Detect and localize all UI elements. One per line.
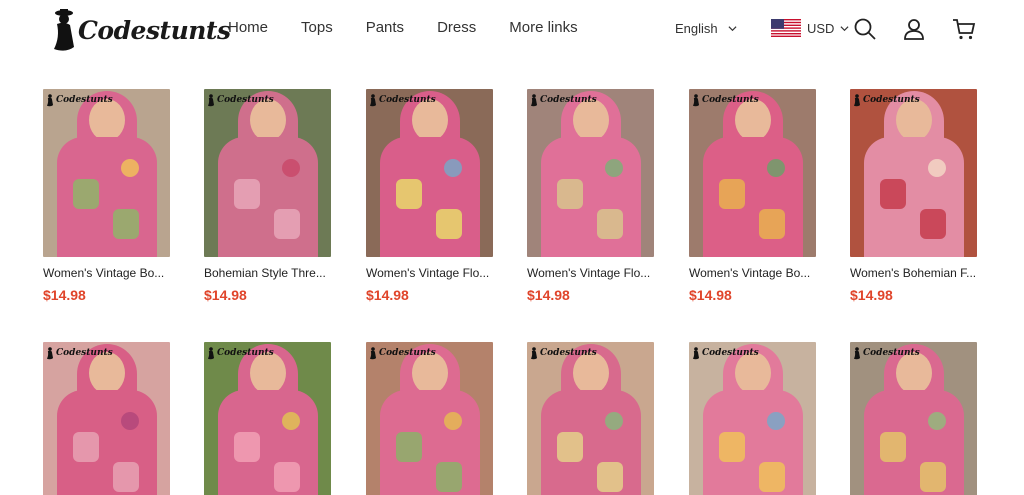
product-card[interactable]: Codestunts Women's Vintage Bo... $14.98 — [43, 89, 170, 303]
logo-figure-icon — [530, 347, 538, 360]
nav-home[interactable]: Home — [228, 19, 268, 36]
product-card[interactable]: Codestunts — [204, 342, 331, 495]
currency-label: USD — [807, 20, 835, 36]
logo-figure-icon — [369, 347, 377, 360]
product-title[interactable]: Bohemian Style Thre... — [204, 266, 331, 280]
product-card[interactable]: Codestunts Women's Bohemian F... $14.98 — [850, 89, 977, 303]
cart-icon[interactable] — [952, 17, 976, 41]
currency-selector[interactable]: USD — [771, 19, 849, 37]
nav-tops[interactable]: Tops — [301, 19, 333, 36]
product-price: $14.98 — [527, 287, 570, 303]
watermark-text: Codestunts — [56, 348, 113, 358]
logo-figure-icon — [853, 347, 861, 360]
product-card[interactable]: Codestunts — [43, 342, 170, 495]
image-watermark: Codestunts — [45, 346, 113, 360]
watermark-text: Codestunts — [702, 95, 759, 105]
nav-pants[interactable]: Pants — [366, 19, 404, 36]
product-image[interactable]: Codestunts — [850, 89, 977, 257]
user-icon[interactable] — [902, 17, 926, 41]
search-icon[interactable] — [853, 17, 877, 41]
image-watermark: Codestunts — [691, 93, 759, 107]
product-card[interactable]: Codestunts — [689, 342, 816, 495]
product-title[interactable]: Women's Vintage Bo... — [43, 266, 170, 280]
image-watermark: Codestunts — [852, 346, 920, 360]
image-watermark: Codestunts — [691, 346, 759, 360]
chevron-down-icon — [840, 25, 849, 31]
watermark-text: Codestunts — [702, 348, 759, 358]
logo-figure-icon — [369, 94, 377, 107]
watermark-text: Codestunts — [540, 95, 597, 105]
product-price: $14.98 — [43, 287, 86, 303]
product-image[interactable]: Codestunts — [43, 89, 170, 257]
watermark-text: Codestunts — [217, 95, 274, 105]
main-nav: Home Tops Pants Dress More links — [228, 19, 611, 36]
watermark-text: Codestunts — [863, 348, 920, 358]
image-watermark: Codestunts — [206, 346, 274, 360]
logo-figure-icon — [46, 94, 54, 107]
logo-figure-icon — [46, 347, 54, 360]
us-flag-icon — [771, 19, 801, 37]
product-price: $14.98 — [689, 287, 732, 303]
image-watermark: Codestunts — [529, 346, 597, 360]
product-image[interactable]: Codestunts — [366, 89, 493, 257]
watermark-text: Codestunts — [379, 95, 436, 105]
image-watermark: Codestunts — [45, 93, 113, 107]
watermark-text: Codestunts — [379, 348, 436, 358]
logo-figure-icon — [692, 94, 700, 107]
image-watermark: Codestunts — [368, 346, 436, 360]
brand-logo[interactable]: Codestunts — [48, 6, 231, 54]
product-card[interactable]: Codestunts — [366, 342, 493, 495]
image-watermark: Codestunts — [852, 93, 920, 107]
product-title[interactable]: Women's Vintage Flo... — [366, 266, 493, 280]
product-image[interactable]: Codestunts — [527, 89, 654, 257]
nav-more-links[interactable]: More links — [509, 19, 577, 36]
product-card[interactable]: Codestunts Women's Vintage Flo... $14.98 — [366, 89, 493, 303]
logo-figure-icon — [54, 9, 74, 51]
logo-figure-icon — [692, 347, 700, 360]
product-price: $14.98 — [204, 287, 247, 303]
nav-dress[interactable]: Dress — [437, 19, 476, 36]
product-card[interactable]: Codestunts — [850, 342, 977, 495]
product-card[interactable]: Codestunts Women's Vintage Bo... $14.98 — [689, 89, 816, 303]
product-image[interactable]: Codestunts — [204, 89, 331, 257]
image-watermark: Codestunts — [368, 93, 436, 107]
product-title[interactable]: Women's Bohemian F... — [850, 266, 977, 280]
language-label: English — [675, 21, 718, 36]
watermark-text: Codestunts — [863, 95, 920, 105]
watermark-text: Codestunts — [217, 348, 274, 358]
product-image[interactable]: Codestunts — [204, 342, 331, 495]
chevron-down-icon — [728, 26, 737, 32]
image-watermark: Codestunts — [529, 93, 597, 107]
product-image[interactable]: Codestunts — [689, 342, 816, 495]
product-image[interactable]: Codestunts — [850, 342, 977, 495]
brand-name: Codestunts — [78, 15, 231, 45]
product-price: $14.98 — [850, 287, 893, 303]
product-card[interactable]: Codestunts Women's Vintage Flo... $14.98 — [527, 89, 654, 303]
product-image[interactable]: Codestunts — [43, 342, 170, 495]
logo-figure-icon — [530, 94, 538, 107]
product-price: $14.98 — [366, 287, 409, 303]
logo-figure-icon — [207, 347, 215, 360]
product-title[interactable]: Women's Vintage Flo... — [527, 266, 654, 280]
logo-figure-icon — [207, 94, 215, 107]
product-image[interactable]: Codestunts — [689, 89, 816, 257]
site-header: Codestunts Home Tops Pants Dress More li… — [0, 0, 1024, 62]
product-image[interactable]: Codestunts — [366, 342, 493, 495]
language-selector[interactable]: English — [675, 21, 737, 36]
product-card[interactable]: Codestunts Bohemian Style Thre... $14.98 — [204, 89, 331, 303]
product-title[interactable]: Women's Vintage Bo... — [689, 266, 816, 280]
image-watermark: Codestunts — [206, 93, 274, 107]
product-image[interactable]: Codestunts — [527, 342, 654, 495]
logo-figure-icon — [853, 94, 861, 107]
watermark-text: Codestunts — [56, 95, 113, 105]
watermark-text: Codestunts — [540, 348, 597, 358]
product-card[interactable]: Codestunts — [527, 342, 654, 495]
